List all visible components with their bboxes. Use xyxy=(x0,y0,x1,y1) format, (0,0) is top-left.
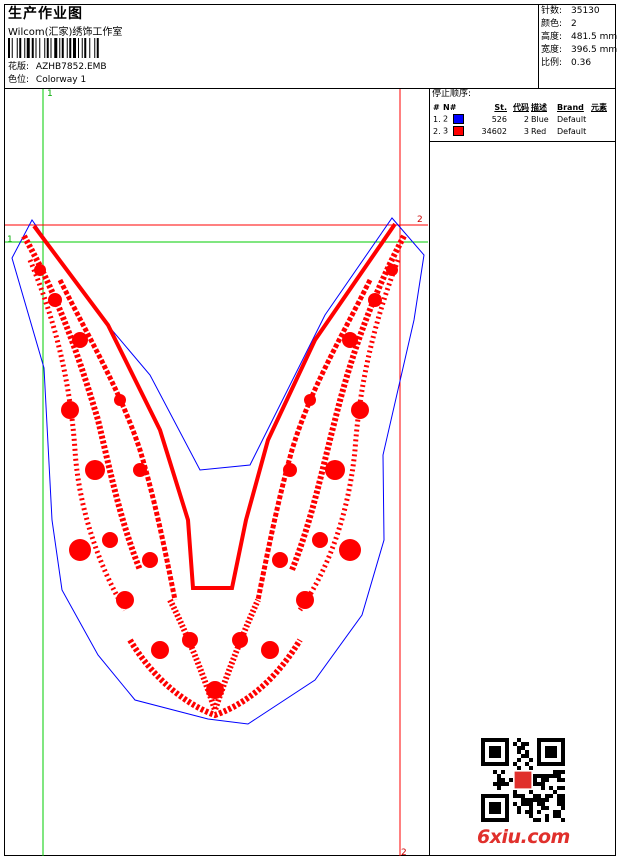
col-code: 代码 xyxy=(513,102,529,112)
sequence-header-row: # N# St. 代码 描述 Brand 元素 xyxy=(432,101,616,113)
embroidery-red xyxy=(21,222,407,720)
sequence-divider xyxy=(429,141,616,142)
start-guide-label-top: 1 xyxy=(47,89,53,99)
qr-code xyxy=(481,738,565,822)
sequence-row: 2. 3 34602 3 Red Default xyxy=(433,126,587,136)
color-swatch xyxy=(453,114,465,124)
col-brand: Brand xyxy=(557,102,584,112)
stats-divider xyxy=(538,4,539,88)
stat-width: 宽度: 396.5 mm xyxy=(541,45,618,55)
stats-block: 针数: 35130 颜色: 2 高度: 481.5 mm 宽度: 396.5 mm 比例… xyxy=(541,6,617,71)
sequence-table: # N# St. 代码 描述 Brand 元素 1. 2 526 2 Blue … xyxy=(432,101,616,137)
end-guide-label-bottom: 2 xyxy=(401,848,407,858)
watermark: 6xiu.com xyxy=(477,826,570,848)
col-index: # xyxy=(433,102,440,112)
stat-stitches: 针数: 35130 xyxy=(541,6,600,16)
stat-height: 高度: 481.5 mm xyxy=(541,32,618,42)
sequence-title: 停止顺序: xyxy=(432,89,472,99)
end-guide-label-right: 2 xyxy=(417,215,423,225)
color-swatch xyxy=(453,126,465,136)
start-guide-label-left: 1 xyxy=(7,235,13,245)
col-needle: N# xyxy=(443,102,457,112)
col-element: 元素 xyxy=(591,102,607,112)
col-description: 描述 xyxy=(531,102,547,112)
stat-colors: 颜色: 2 xyxy=(541,19,577,29)
col-stitches: St. xyxy=(494,102,507,112)
design-preview: 1 1 2 2 xyxy=(5,89,428,858)
seal-icon xyxy=(514,771,532,789)
sequence-row: 1. 2 526 2 Blue Default xyxy=(433,114,587,124)
stat-scale: 比例: 0.36 xyxy=(541,58,592,68)
